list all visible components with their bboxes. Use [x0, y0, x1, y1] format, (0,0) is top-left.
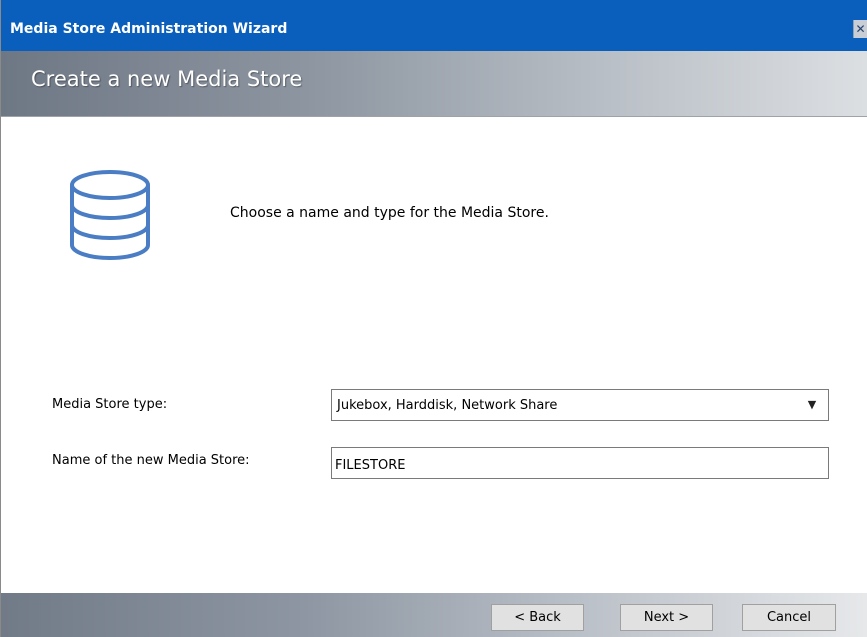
close-icon[interactable]: ✕ [853, 20, 867, 38]
page-title: Create a new Media Store [31, 67, 303, 91]
media-store-name-input[interactable] [331, 447, 829, 479]
wizard-header: Create a new Media Store [1, 51, 867, 117]
media-store-type-value: Jukebox, Harddisk, Network Share [337, 398, 558, 413]
wizard-footer: < Back Next > Cancel [1, 593, 867, 637]
wizard-window: Media Store Administration Wizard ✕ Crea… [0, 0, 867, 637]
window-title: Media Store Administration Wizard [10, 21, 288, 37]
back-button[interactable]: < Back [491, 604, 584, 631]
database-icon [70, 170, 150, 260]
chevron-down-icon[interactable]: ▼ [796, 390, 828, 420]
next-button[interactable]: Next > [620, 604, 713, 631]
cancel-button[interactable]: Cancel [742, 604, 836, 631]
media-store-name-label: Name of the new Media Store: [52, 453, 250, 468]
intro-text: Choose a name and type for the Media Sto… [230, 205, 549, 221]
media-store-type-label: Media Store type: [52, 397, 168, 412]
title-bar[interactable]: Media Store Administration Wizard ✕ [1, 0, 867, 51]
media-store-type-select[interactable]: Jukebox, Harddisk, Network Share ▼ [331, 389, 829, 421]
